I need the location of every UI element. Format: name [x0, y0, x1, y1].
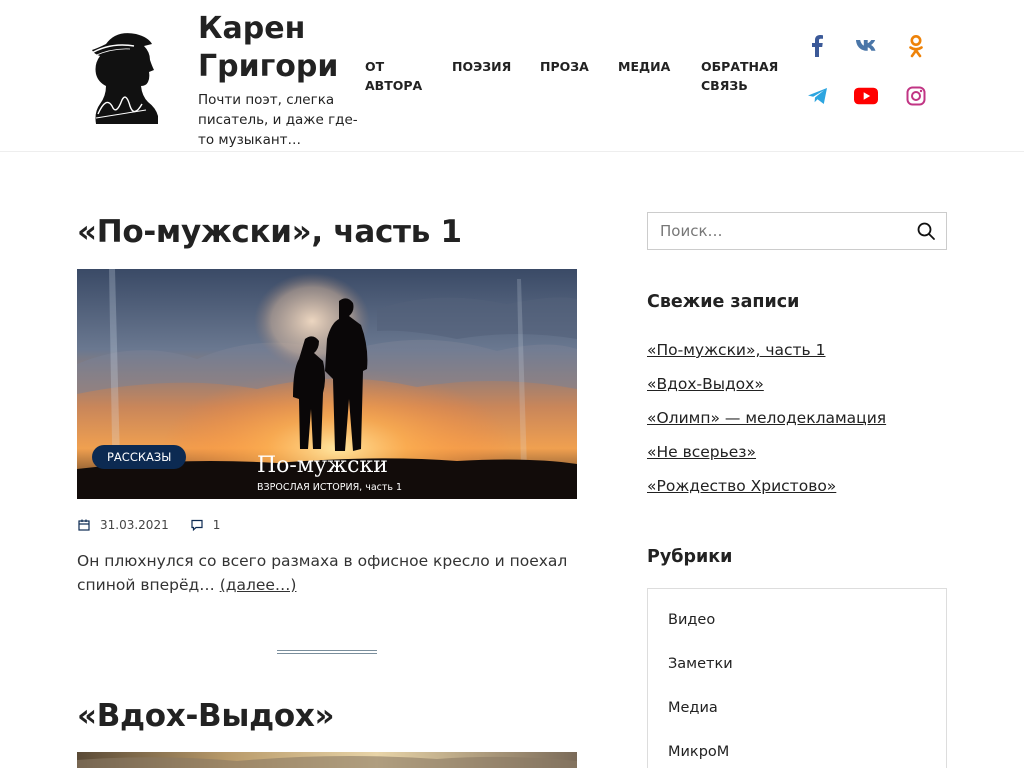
nav-item-prose[interactable]: ПРОЗА	[540, 57, 589, 76]
comments-count[interactable]: 1	[213, 518, 221, 532]
post-separator	[277, 650, 377, 654]
nav-item-from-author[interactable]: ОТ АВТОРА	[365, 57, 425, 95]
excerpt-text: Он плюхнулся со всего размаха в офисное …	[77, 552, 568, 594]
recent-post-link[interactable]: «Не всерьез»	[647, 443, 756, 461]
category-item-media[interactable]: Медиа	[668, 697, 733, 741]
nav-item-media[interactable]: МЕДИА	[618, 57, 670, 76]
read-more-link[interactable]: (далее…)	[220, 576, 297, 594]
facebook-icon[interactable]	[805, 34, 829, 58]
search-icon[interactable]	[916, 221, 936, 241]
list-item: «По-мужски», часть 1	[647, 338, 886, 372]
categories-box: Видео Заметки Медиа МикроМ	[647, 588, 947, 768]
telegram-icon[interactable]	[806, 84, 830, 108]
nav-item-feedback[interactable]: ОБРАТНАЯ СВЯЗЬ	[701, 57, 787, 95]
recent-post-link[interactable]: «Рождество Христово»	[647, 477, 836, 495]
site-branding: Карен Григори Почти поэт, слегка писател…	[198, 10, 358, 150]
post-title[interactable]: «По-мужски», часть 1	[77, 212, 462, 252]
image-caption: По-мужски	[257, 453, 388, 478]
category-item-notes[interactable]: Заметки	[668, 653, 733, 697]
list-item: «Рождество Христово»	[647, 474, 886, 508]
post-excerpt: Он плюхнулся со всего размаха в офисное …	[77, 549, 587, 597]
youtube-icon[interactable]	[854, 84, 878, 108]
instagram-icon[interactable]	[904, 84, 928, 108]
list-item: «Вдох-Выдох»	[647, 372, 886, 406]
image-subcaption: ВЗРОСЛАЯ ИСТОРИЯ, часть 1	[257, 482, 403, 493]
list-item: «Не всерьез»	[647, 440, 886, 474]
calendar-icon	[77, 518, 91, 532]
post-meta: 31.03.2021 1	[77, 516, 241, 534]
post-thumbnail[interactable]: РАССКАЗЫ По-мужски ВЗРОСЛАЯ ИСТОРИЯ, час…	[77, 269, 577, 499]
recent-post-link[interactable]: «Вдох-Выдох»	[647, 375, 764, 393]
category-item-microm[interactable]: МикроМ	[668, 741, 733, 768]
search-input[interactable]	[648, 213, 898, 249]
silhouette-portrait-logo[interactable]	[86, 26, 162, 126]
site-description: Почти поэт, слегка писатель, и даже где-…	[198, 92, 358, 148]
recent-posts-title: Свежие записи	[647, 292, 800, 312]
post-thumbnail[interactable]	[77, 752, 577, 768]
category-badge[interactable]: РАССКАЗЫ	[92, 445, 187, 469]
post-date[interactable]: 31.03.2021	[100, 518, 169, 532]
search-form	[647, 212, 947, 250]
nav-item-poetry[interactable]: ПОЭЗИЯ	[452, 57, 511, 76]
site-title[interactable]: Карен Григори	[198, 10, 358, 86]
categories-title: Рубрики	[647, 547, 733, 567]
category-item-video[interactable]: Видео	[668, 609, 733, 653]
categories-list: Видео Заметки Медиа МикроМ	[668, 609, 733, 768]
recent-post-link[interactable]: «Олимп» — мелодекламация	[647, 409, 886, 427]
recent-posts-list: «По-мужски», часть 1 «Вдох-Выдох» «Олимп…	[647, 338, 886, 508]
vk-icon[interactable]	[855, 34, 879, 58]
recent-post-link[interactable]: «По-мужски», часть 1	[647, 341, 825, 359]
post-title[interactable]: «Вдох-Выдох»	[77, 696, 335, 736]
site-header: Карен Григори Почти поэт, слегка писател…	[0, 0, 1024, 152]
odnoklassniki-icon[interactable]	[904, 34, 928, 58]
comment-icon	[190, 518, 204, 532]
list-item: «Олимп» — мелодекламация	[647, 406, 886, 440]
